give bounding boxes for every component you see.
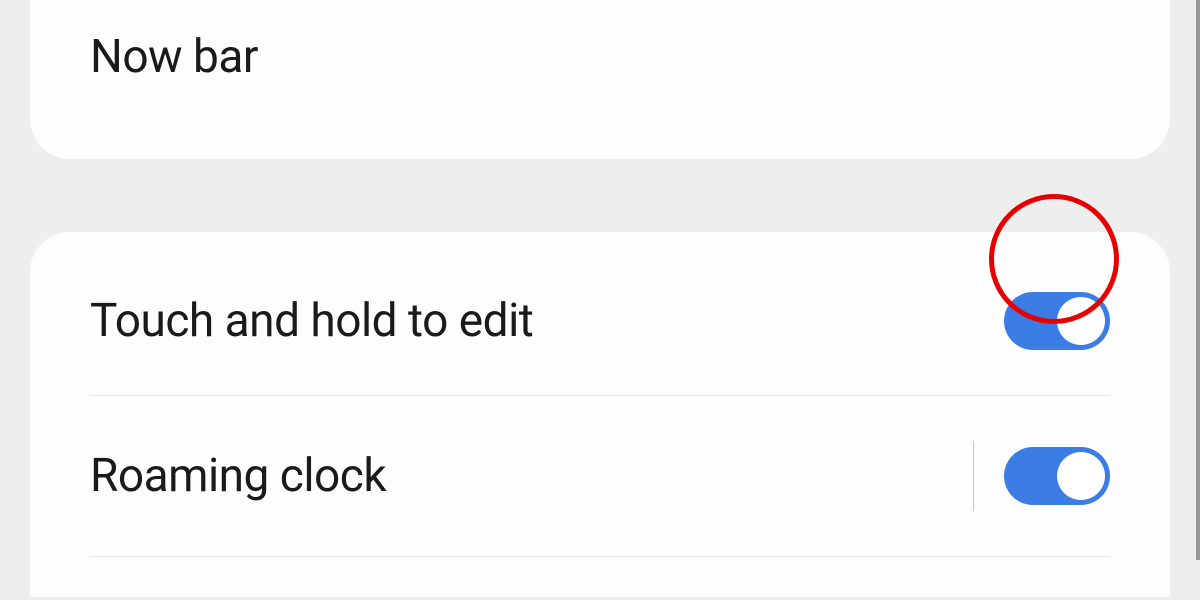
toggle-thumb	[1057, 452, 1105, 500]
touch-hold-edit-label: Touch and hold to edit	[90, 294, 533, 348]
vertical-divider	[973, 441, 974, 511]
toggle-container	[973, 441, 1110, 511]
settings-card-top: Now bar	[30, 0, 1170, 159]
row-divider	[90, 556, 1110, 557]
toggle-container	[1004, 292, 1110, 350]
screen-right-edge	[1196, 0, 1200, 560]
now-bar-label: Now bar	[90, 30, 258, 84]
roaming-clock-label: Roaming clock	[90, 449, 386, 503]
roaming-clock-row[interactable]: Roaming clock	[30, 396, 1170, 556]
touch-hold-edit-row[interactable]: Touch and hold to edit	[30, 247, 1170, 395]
now-bar-row[interactable]: Now bar	[30, 0, 1170, 114]
roaming-clock-toggle[interactable]	[1004, 447, 1110, 505]
toggle-thumb	[1057, 297, 1105, 345]
touch-hold-edit-toggle[interactable]	[1004, 292, 1110, 350]
card-gap	[0, 159, 1200, 232]
settings-card-bottom: Touch and hold to edit Roaming clock	[30, 232, 1170, 597]
